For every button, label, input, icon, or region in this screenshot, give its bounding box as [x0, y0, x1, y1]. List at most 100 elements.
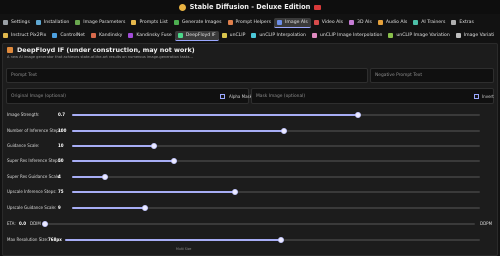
section-subtitle: A new AI image generator that achieves s… [7, 55, 193, 59]
negative-prompt-placeholder: Negative Prompt Text [375, 73, 423, 78]
slider-fill [72, 130, 285, 132]
subtab-label: unCLIP Image Variation [396, 33, 450, 38]
eta-label: ETA: [7, 221, 16, 226]
pix2pix-icon [3, 33, 8, 38]
extras-icon [451, 20, 457, 25]
subtab-label: unCLIP Interpolation [259, 33, 306, 38]
subtab-instruct-pix2pix[interactable]: Instruct Pix2Pix [0, 31, 49, 41]
tab-installation[interactable]: Installation [33, 18, 72, 28]
subtab-unclip-image-variation[interactable]: unCLIP Image Variation [385, 31, 452, 41]
tab-settings[interactable]: Settings [0, 18, 33, 28]
audio-icon [377, 20, 383, 25]
slider-track[interactable] [72, 205, 480, 211]
tab-label: Image AIs [285, 19, 308, 25]
slider-track[interactable] [72, 112, 480, 118]
interp-icon [251, 33, 257, 38]
subtab-kandinsky[interactable]: Kandinsky [88, 31, 125, 41]
slider-fill [72, 191, 236, 193]
img-interp-icon [311, 33, 317, 38]
subtab-label: unCLIP Image Interpolation [319, 33, 383, 38]
subtab-image-variati[interactable]: Image Variati [453, 31, 498, 41]
tab-ai-trainers[interactable]: AI Trainers [410, 18, 448, 28]
subtab-unclip-image-interpolation[interactable]: unCLIP Image Interpolation [309, 31, 385, 41]
tab-label: Image Parameters [83, 20, 126, 25]
controlnet-icon [52, 33, 58, 38]
alpha-mask-label: Alpha Mask [229, 94, 252, 99]
image-params-icon [75, 20, 81, 25]
image-icon [173, 20, 179, 25]
slider-thumb[interactable] [150, 143, 157, 149]
eta-max-label: DDPM [480, 221, 493, 226]
unclip-icon [221, 33, 227, 38]
subtab-unclip[interactable]: unCLIP [219, 31, 249, 41]
tab-label: Extras [459, 20, 474, 25]
subtab-label: Instruct Pix2Pix [11, 33, 47, 38]
alpha-mask-checkbox[interactable] [220, 94, 225, 99]
subtab-kandinsky-fuse[interactable]: Kandinsky Fuse [125, 31, 174, 41]
prompt-input[interactable] [6, 68, 368, 83]
deepfloyd-icon [177, 32, 183, 38]
slider-label: Super Res Guidance Scale: [7, 174, 61, 179]
tab-label: Prompts List [139, 20, 168, 25]
slider-thumb[interactable] [171, 158, 177, 164]
tab-prompt-helpers[interactable]: Prompt Helpers [225, 18, 275, 28]
max-resolution-label: Max Resolution Size: [7, 237, 49, 242]
download-icon [35, 20, 41, 25]
tab-label: Audio AIs [385, 20, 408, 25]
prompt-placeholder: Prompt Text [11, 73, 38, 78]
slider-fill [72, 145, 154, 147]
tab-prompts-list[interactable]: Prompts List [128, 18, 170, 28]
original-image-placeholder: Original Image (optional) [11, 94, 66, 99]
subtab-deepfloyd-if[interactable]: DeepFloyd IF [174, 30, 219, 41]
main-tab-bar: Settings Installation Image Parameters Prom… [0, 17, 500, 28]
max-resolution-slider[interactable] [65, 237, 480, 243]
tab-image-parameters[interactable]: Image Parameters [72, 18, 128, 28]
subtab-controlnet[interactable]: ControlNet [49, 31, 88, 41]
tab-video-ais[interactable]: Video AIs [311, 18, 346, 28]
slider-thumb[interactable] [354, 112, 361, 118]
slider-fill [72, 207, 146, 209]
slider-track[interactable] [72, 158, 480, 164]
slider-value: 100 [58, 128, 67, 133]
kandinsky-icon [90, 33, 96, 38]
tab-label: Generate Images [181, 20, 222, 25]
helper-icon [227, 20, 233, 25]
eta-value: 0.0 [19, 221, 27, 226]
eta-min-label: DDIM [30, 221, 41, 226]
subtab-unclip-interpolation[interactable]: unCLIP Interpolation [248, 31, 309, 41]
variation2-icon [455, 33, 461, 38]
tab-image-ais[interactable]: Image AIs [274, 17, 311, 28]
subtab-label: ControlNet [60, 33, 85, 38]
slider-track[interactable] [72, 189, 480, 195]
section-heading: DeepFloyd IF (under construction, may no… [7, 46, 195, 54]
eta-slider-thumb[interactable] [42, 221, 48, 227]
slider-value: 9 [58, 205, 61, 210]
max-resolution-value: 768px [48, 237, 62, 242]
tab-label: Prompt Helpers [235, 20, 272, 25]
invert-label: Invert [482, 94, 494, 99]
list-icon [131, 20, 137, 25]
sub-tab-bar: Instruct Pix2Pix ControlNet Kandinsky Kandi… [0, 30, 500, 41]
footer-note: Multi Size [176, 247, 192, 251]
slider-value: 75 [58, 189, 64, 194]
slider-thumb[interactable] [101, 174, 108, 180]
slider-track[interactable] [72, 174, 480, 180]
slider-fill [72, 176, 105, 178]
section-title: DeepFloyd IF (under construction, may no… [17, 46, 195, 54]
max-resolution-slider-thumb[interactable] [277, 237, 284, 243]
tab-audio-ais[interactable]: Audio AIs [375, 18, 410, 28]
slider-track[interactable] [72, 143, 480, 149]
subtab-label: Image Variati [463, 33, 495, 38]
tab-label: Settings [11, 20, 30, 25]
slider-label: Upscale Guidance Scale: [7, 205, 57, 210]
slider-value: 10 [58, 143, 64, 148]
title-bar: Stable Diffusion - Deluxe Edition [0, 0, 500, 14]
tab-3d-ais[interactable]: 3D AIs [346, 18, 375, 28]
eta-slider[interactable] [42, 221, 475, 227]
tab-extras[interactable]: Extras [448, 18, 477, 28]
invert-checkbox[interactable] [474, 94, 479, 99]
max-resolution-slider-fill [65, 239, 281, 241]
slider-track[interactable] [72, 128, 480, 134]
image-ai-icon [277, 19, 283, 25]
tab-generate-images[interactable]: Generate Images [171, 18, 225, 28]
